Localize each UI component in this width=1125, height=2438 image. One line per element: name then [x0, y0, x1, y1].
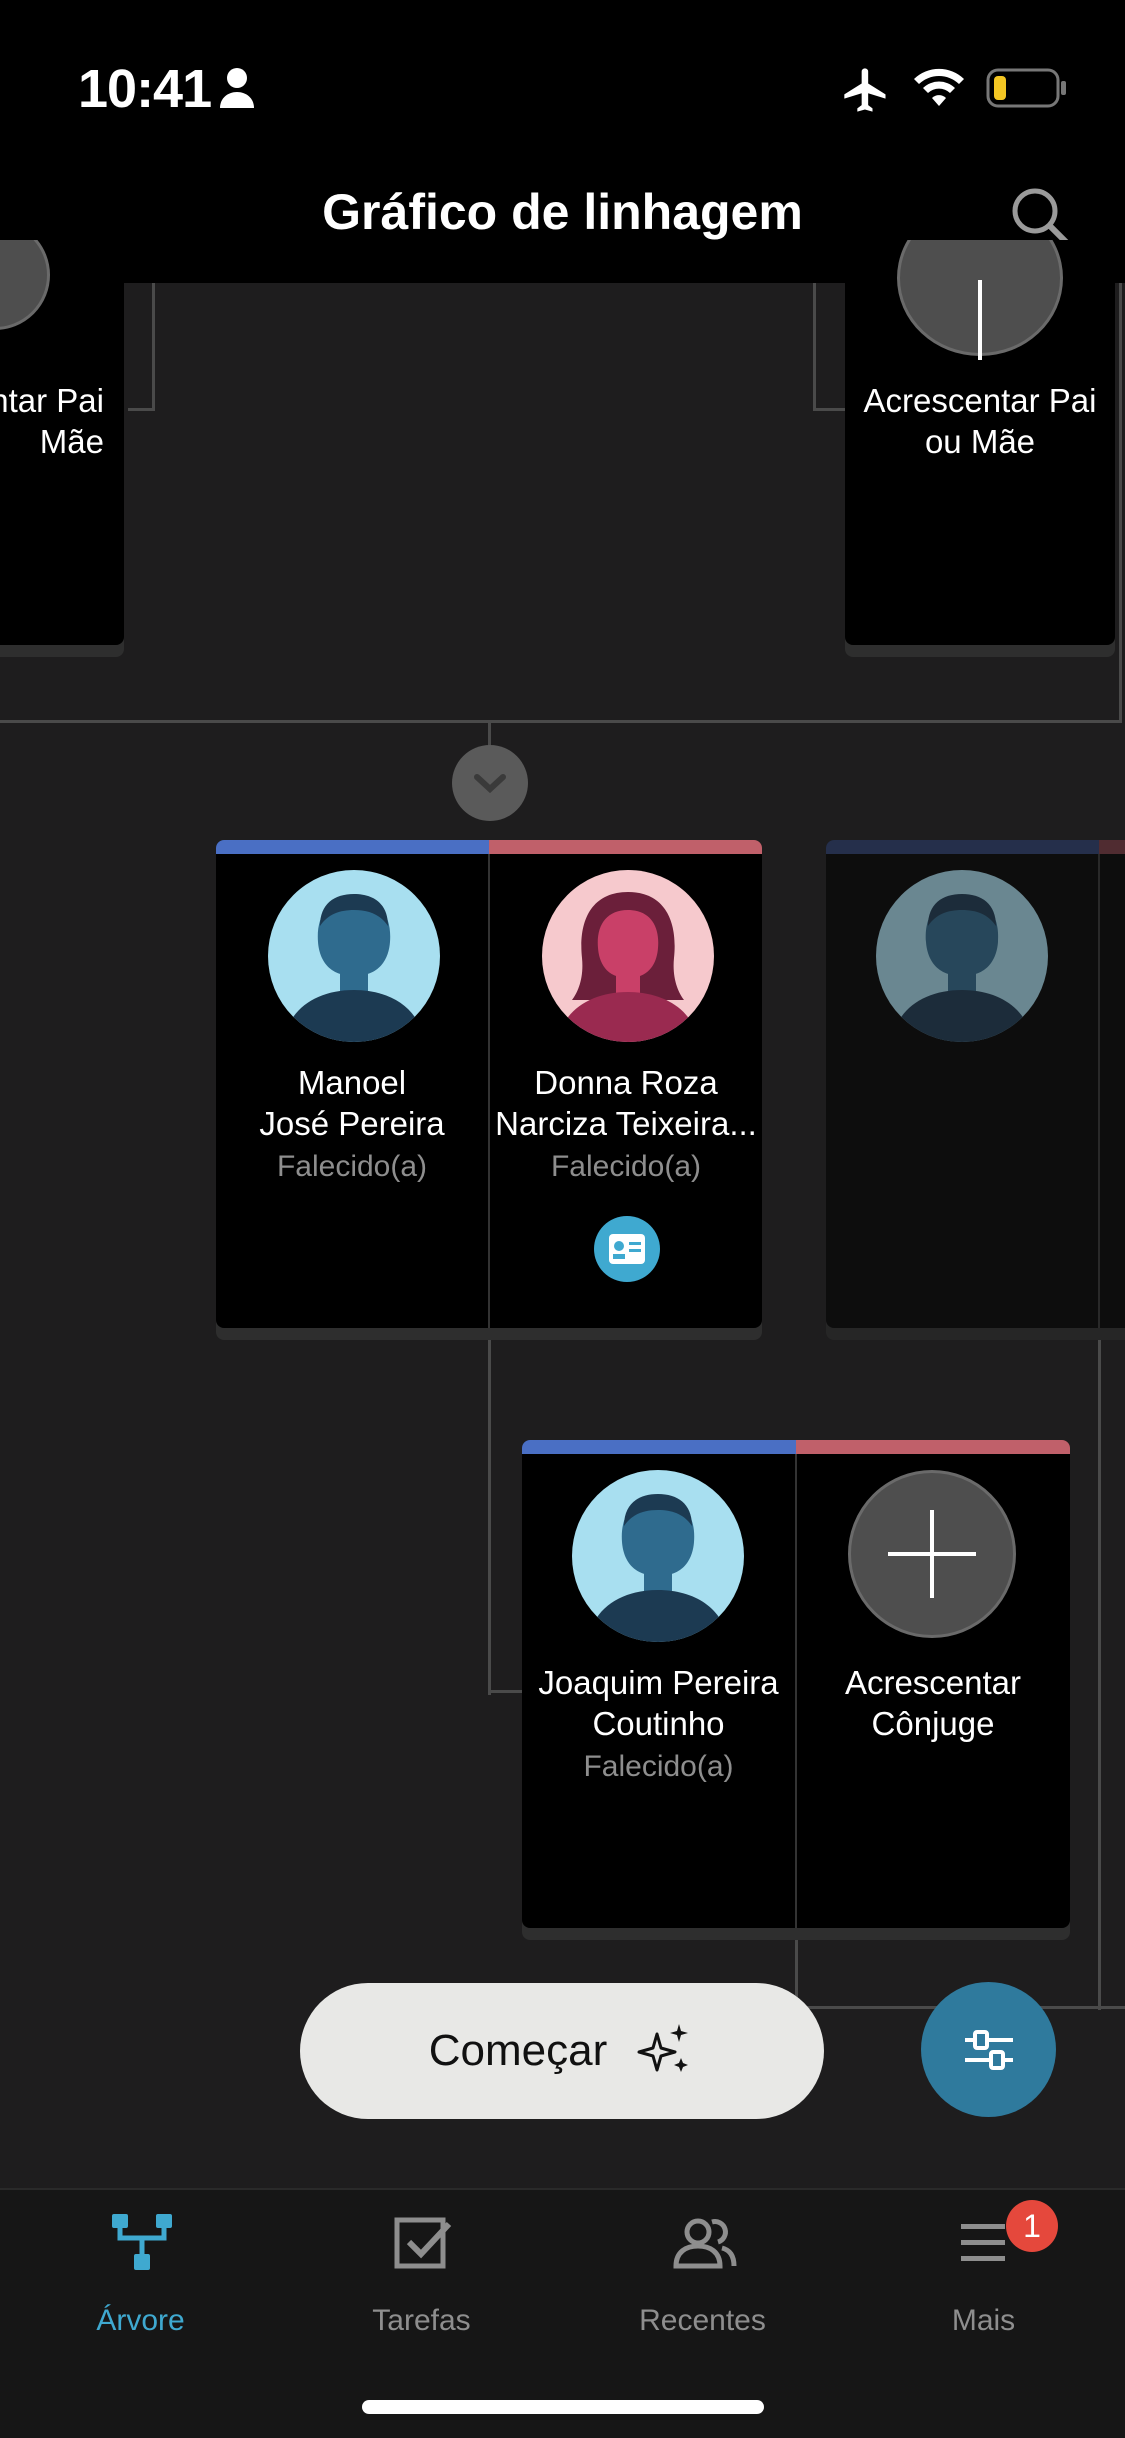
male-avatar [268, 870, 440, 1042]
female-bar [489, 840, 762, 854]
person-icon [220, 68, 254, 108]
start-label: Começar [428, 2026, 608, 2075]
person-status: Falecido(a) [583, 1750, 734, 1783]
connector-line [1098, 1340, 1101, 2010]
tab-tree[interactable]: Árvore [0, 2210, 281, 2337]
people-icon [673, 2218, 737, 2269]
connector-line [128, 408, 155, 411]
airplane-icon [844, 68, 886, 112]
male-avatar [876, 870, 1048, 1042]
male-avatar [572, 1470, 744, 1642]
tab-recent[interactable]: Recentes [562, 2210, 843, 2337]
person-name: Donna Roza Narciza Teixeira... [495, 1064, 757, 1142]
female-bar [796, 1440, 1070, 1454]
plus-icon [978, 280, 982, 360]
tab-label: Árvore [96, 2304, 185, 2337]
add-parent-card-right[interactable]: Acrescentar Pai ou Mãe [845, 240, 1115, 645]
connector-line [488, 1690, 524, 1693]
tab-more[interactable]: Mais [843, 2210, 1124, 2337]
plus-icon [888, 1552, 976, 1556]
male-bar [216, 840, 489, 854]
male-bar [826, 840, 1099, 854]
collapse-button[interactable] [452, 745, 528, 821]
start-button[interactable]: Começar [300, 1983, 824, 2119]
female-avatar [542, 870, 714, 1042]
connector-line [813, 408, 847, 411]
chevron-down-icon [474, 774, 506, 794]
tree-icon [112, 2214, 172, 2270]
couple-card[interactable]: Manoel José Pereira Falecido(a) Donna Ro… [216, 840, 762, 1328]
person-status: Falecido(a) [550, 1150, 702, 1183]
record-hint-icon[interactable] [594, 1216, 660, 1282]
connector-line [488, 1340, 491, 1695]
add-parent-label: Acrescentar Pai ou Mãe [863, 382, 1097, 460]
tab-label: Recentes [639, 2304, 766, 2337]
person-name: Joaquim Pereira Coutinho [538, 1664, 779, 1742]
add-circle [0, 240, 50, 330]
female-bar [1099, 840, 1125, 854]
card-divider [1098, 854, 1100, 1328]
connector-line [813, 283, 816, 411]
tab-tasks[interactable]: Tarefas [281, 2210, 562, 2337]
sliders-icon [964, 2029, 1013, 2070]
connector-line [152, 283, 155, 411]
wifi-icon [914, 68, 964, 106]
tab-label: Tarefas [372, 2304, 471, 2337]
person-status: Falecido(a) [276, 1150, 428, 1183]
add-parent-card-left[interactable]: ntar Pai Mãe [0, 240, 124, 645]
filter-button[interactable] [921, 1982, 1056, 2117]
couple-card[interactable]: Joaquim Pereira Coutinho Falecido(a) Acr… [522, 1440, 1070, 1928]
person-name: Manoel José Pereira [259, 1064, 445, 1142]
add-spouse-label: Acrescentar Cônjuge [844, 1664, 1022, 1742]
checkbox-icon [394, 2217, 452, 2269]
sparkles-icon [637, 2024, 689, 2072]
tab-label: Mais [951, 2304, 1016, 2337]
home-indicator[interactable] [362, 2400, 764, 2414]
page-title: Gráfico de linhagem [322, 184, 803, 240]
notification-badge: 1 [1006, 2200, 1058, 2252]
connector-line [0, 720, 1122, 723]
battery-icon [986, 68, 1066, 108]
connector-line [1119, 283, 1122, 723]
couple-card-partial[interactable] [826, 840, 1125, 1328]
status-time: 10:41 [78, 59, 212, 119]
male-bar [522, 1440, 796, 1454]
add-parent-label: ntar Pai Mãe [0, 382, 104, 460]
